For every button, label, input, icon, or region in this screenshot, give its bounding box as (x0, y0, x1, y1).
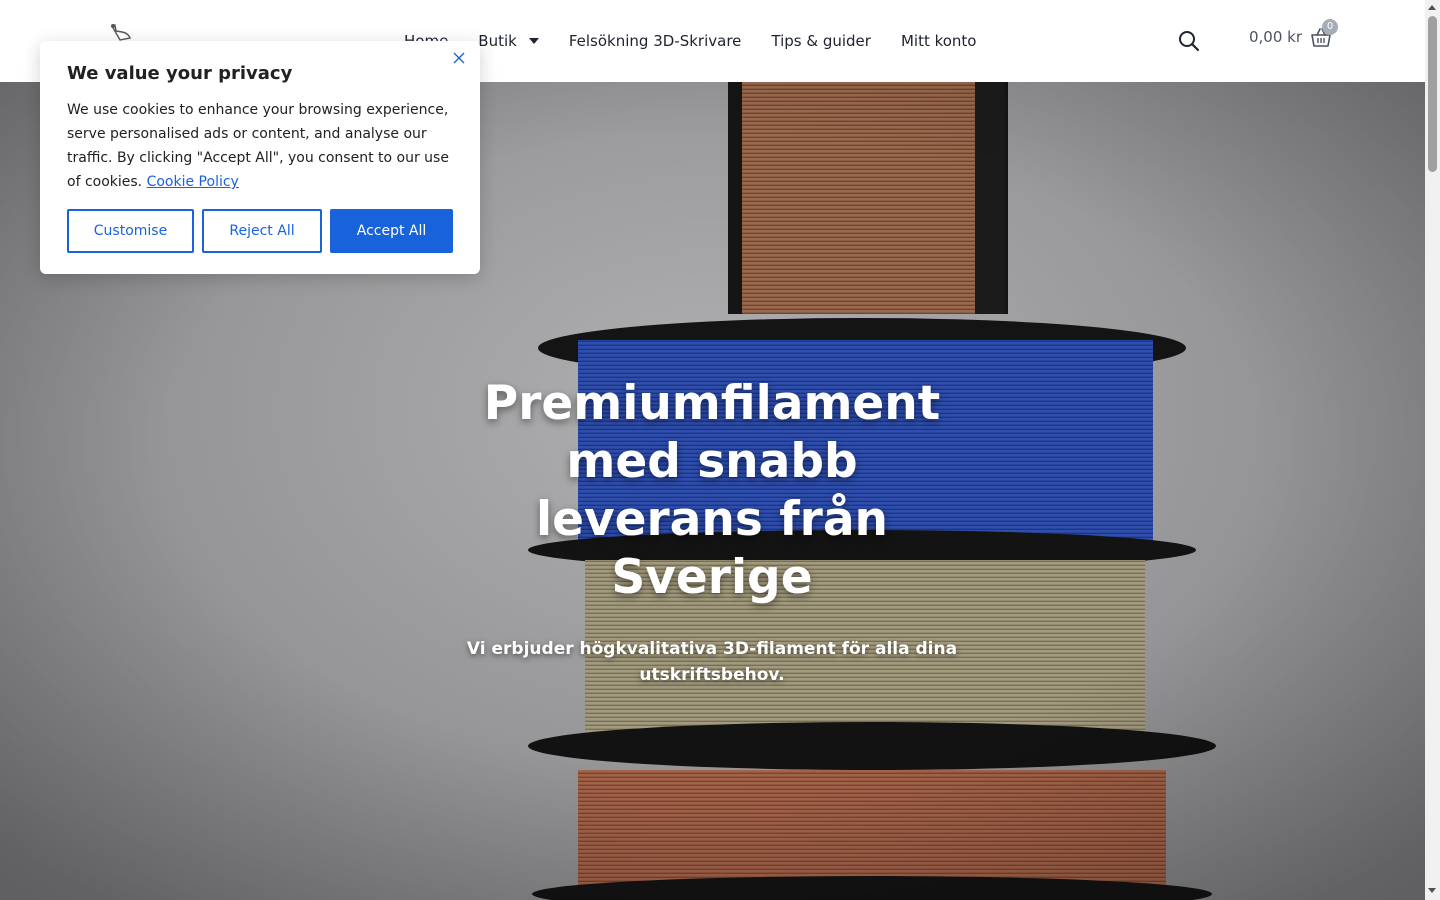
basket-icon: 0 (1310, 19, 1339, 48)
cookie-consent-dialog: We value your privacy We use cookies to … (40, 41, 480, 274)
nav-felsokning[interactable]: Felsökning 3D-Skrivare (569, 32, 742, 50)
cookie-button-row: Customise Reject All Accept All (67, 209, 453, 253)
hero-subtitle: Vi erbjuder högkvalitativa 3D-filament f… (466, 639, 958, 685)
scroll-down-arrow-icon[interactable] (1428, 888, 1436, 893)
cookie-policy-link[interactable]: Cookie Policy (147, 174, 239, 190)
accept-all-button[interactable]: Accept All (330, 209, 453, 253)
cart-button[interactable]: 0,00 kr 0 (1249, 19, 1339, 48)
scroll-up-arrow-icon[interactable] (1428, 5, 1436, 10)
cookie-dialog-text: We use cookies to enhance your browsing … (67, 98, 453, 194)
nav-konto-label: Mitt konto (900, 32, 977, 50)
nav-butik[interactable]: Butik (478, 32, 539, 50)
hero-title: Premiumfilament med snabb leverans från … (483, 376, 941, 605)
nav-tips-label: Tips & guider (771, 32, 871, 50)
cart-total: 0,00 kr (1249, 28, 1303, 46)
main-navigation: Home Butik Felsökning 3D-Skrivare Tips &… (404, 0, 1007, 82)
nav-felsokning-label: Felsökning 3D-Skrivare (568, 32, 742, 50)
nav-butik-label: Butik (478, 32, 517, 50)
scrollbar-thumb[interactable] (1428, 16, 1437, 172)
page-scrollbar[interactable] (1425, 0, 1440, 900)
customise-button[interactable]: Customise (67, 209, 194, 253)
cart-count-badge: 0 (1322, 19, 1339, 35)
search-icon[interactable] (1177, 29, 1201, 53)
caret-down-icon (528, 38, 539, 44)
reject-all-button[interactable]: Reject All (202, 209, 322, 253)
cookie-dialog-title: We value your privacy (67, 63, 293, 84)
cookie-description: We use cookies to enhance your browsing … (67, 102, 449, 190)
nav-mitt-konto[interactable]: Mitt konto (901, 32, 977, 50)
close-icon[interactable] (452, 50, 466, 64)
nav-tips-guider[interactable]: Tips & guider (771, 32, 871, 50)
